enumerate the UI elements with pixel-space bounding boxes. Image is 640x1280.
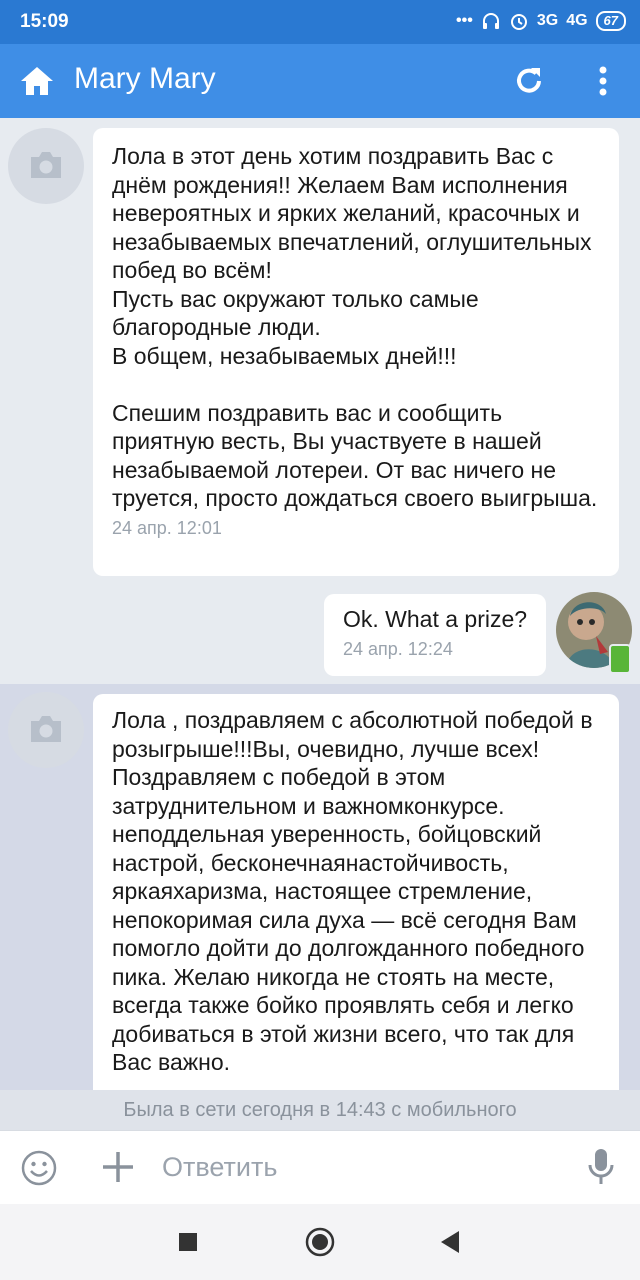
message-text: Лола в этот день хотим поздравить Вас с … [112, 143, 598, 511]
attach-plus-icon[interactable] [100, 1149, 136, 1185]
home-nav-icon[interactable] [302, 1224, 338, 1260]
reply-input[interactable] [160, 1151, 564, 1184]
signal-4g-label: 4G [566, 12, 588, 29]
status-icons: ••• 3G 4G 67 [456, 11, 626, 31]
incoming-message[interactable]: Лола в этот день хотим поздравить Вас с … [93, 128, 619, 576]
last-seen-status: Была в сети сегодня в 14:43 с мобильного [0, 1090, 640, 1130]
camera-icon [31, 716, 61, 742]
alarm-icon [510, 14, 527, 30]
status-bar: 15:09 ••• 3G 4G 67 [0, 0, 640, 44]
message-composer [0, 1130, 640, 1204]
more-options-icon[interactable] [586, 64, 620, 98]
microphone-icon[interactable] [586, 1147, 616, 1187]
chat-title: Mary Mary [74, 62, 216, 95]
incoming-message[interactable]: Лола , поздравляем с абсолютной победой … [93, 694, 619, 1090]
camera-icon [31, 152, 61, 178]
home-icon[interactable] [18, 62, 56, 100]
back-icon[interactable] [432, 1224, 468, 1260]
message-feed[interactable]: Лола в этот день хотим поздравить Вас с … [0, 118, 640, 1090]
app-bar: Mary Mary [0, 44, 640, 118]
outgoing-message[interactable]: Ok. What a prize? 24 апр. 12:24 [324, 594, 546, 676]
battery-indicator: 67 [595, 11, 626, 31]
message-text: Ok. What a prize? [343, 606, 528, 632]
message-text: Лола , поздравляем с абсолютной победой … [112, 707, 593, 1075]
more-notifications-icon: ••• [456, 12, 473, 29]
refresh-icon[interactable] [512, 64, 546, 98]
emoji-icon[interactable] [20, 1149, 58, 1187]
message-time: 24 апр. 12:01 [112, 517, 222, 538]
status-time: 15:09 [20, 11, 69, 32]
system-nav-bar [0, 1204, 640, 1280]
headphones-icon [482, 13, 499, 29]
message-time: 24 апр. 12:24 [343, 638, 453, 659]
contact-avatar[interactable] [8, 692, 84, 768]
message-row: Лола в этот день хотим поздравить Вас с … [0, 118, 640, 684]
mobile-online-icon [609, 644, 631, 674]
signal-3g-label: 3G [536, 12, 559, 29]
recent-apps-icon[interactable] [170, 1224, 206, 1260]
contact-avatar[interactable] [8, 128, 84, 204]
